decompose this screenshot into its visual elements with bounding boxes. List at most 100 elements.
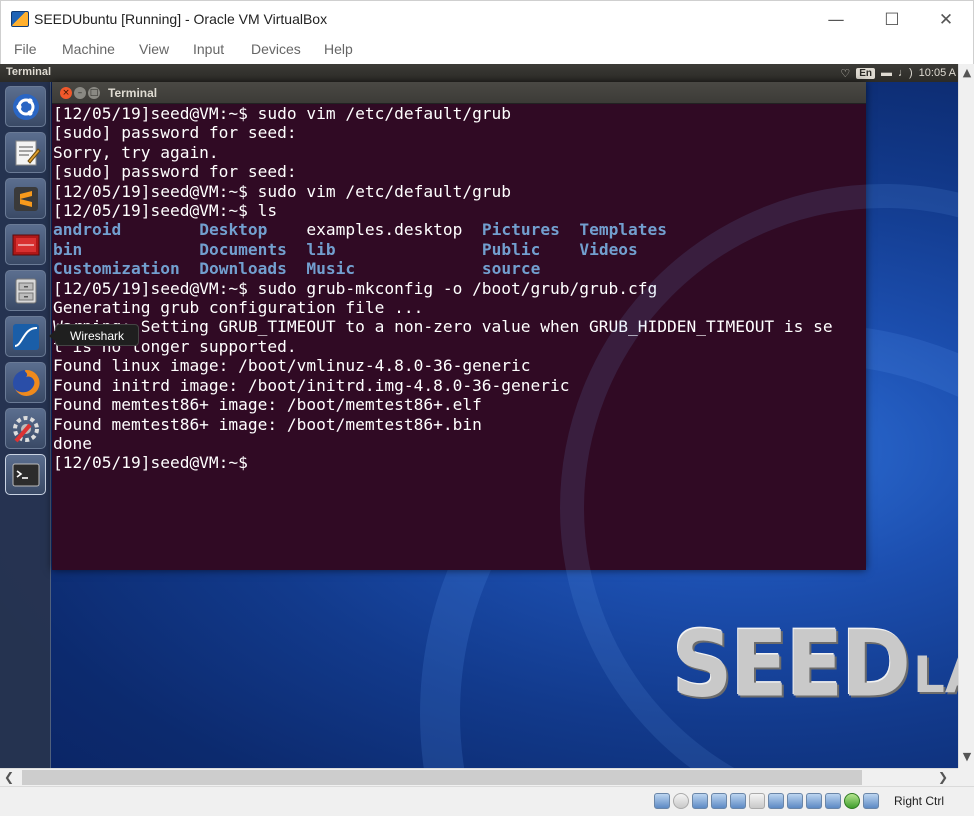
battery-icon[interactable]: ▬ bbox=[881, 67, 892, 79]
seedlabs-logo: SEED LABS bbox=[672, 619, 958, 710]
seedlabs-logo-small: LABS bbox=[913, 646, 958, 704]
vm-screen[interactable]: Terminal ♡ En ▬ ♩) 10:05 A × – □ Termina… bbox=[0, 64, 958, 768]
horizontal-scroll-thumb[interactable] bbox=[22, 770, 862, 785]
terminal-line: [sudo] password for seed: bbox=[53, 123, 297, 143]
keyboard-layout-indicator[interactable]: En bbox=[856, 67, 875, 79]
scroll-left-icon[interactable]: ❮ bbox=[4, 770, 14, 784]
terminal-line: t is no longer supported. bbox=[53, 336, 297, 356]
ubuntu-logo-icon bbox=[12, 93, 39, 120]
recording-icon[interactable] bbox=[806, 793, 822, 809]
video-capture-icon[interactable] bbox=[787, 793, 803, 809]
ls-entry: Desktop bbox=[199, 220, 268, 240]
ls-entry: Downloads bbox=[199, 259, 287, 279]
maximize-button[interactable]: ☐ bbox=[869, 7, 915, 33]
terminal-line: Found linux image: /boot/vmlinuz-4.8.0-3… bbox=[53, 356, 531, 376]
terminal-window[interactable]: × – □ Terminal [12/05/19]seed@VM:~$ sudo… bbox=[52, 82, 866, 570]
vertical-scrollbar[interactable]: ▲ ▼ bbox=[958, 64, 974, 768]
scroll-right-icon[interactable]: ❯ bbox=[938, 770, 948, 784]
menu-devices[interactable]: Devices bbox=[251, 41, 301, 57]
virtualbox-title-bar[interactable]: SEEDUbuntu [Running] - Oracle VM Virtual… bbox=[0, 0, 974, 37]
terminal-line: Found memtest86+ image: /boot/memtest86+… bbox=[53, 395, 482, 415]
launcher-ubuntu-dash[interactable] bbox=[5, 86, 46, 127]
ls-row: android Desktop examples.desktop Picture… bbox=[53, 220, 865, 239]
minimize-button[interactable]: — bbox=[813, 7, 859, 33]
close-button[interactable]: ✕ bbox=[923, 7, 969, 33]
hard-disk-icon[interactable] bbox=[654, 793, 670, 809]
terminal-line: Sorry, try again. bbox=[53, 142, 219, 162]
ls-entry: Pictures bbox=[481, 220, 560, 240]
close-icon: × bbox=[62, 88, 70, 98]
virtualbox-status-bar: Right Ctrl bbox=[0, 786, 974, 816]
terminal-close-button[interactable]: × bbox=[60, 87, 72, 99]
launcher-terminal[interactable] bbox=[5, 454, 46, 495]
maximize-icon: □ bbox=[89, 88, 99, 98]
maximize-icon: ☐ bbox=[884, 10, 900, 30]
menu-input[interactable]: Input bbox=[193, 41, 224, 57]
ls-row: bin Documents lib Public Videos bbox=[53, 240, 865, 259]
launcher-sublime-text[interactable] bbox=[5, 178, 46, 219]
minimize-icon: – bbox=[77, 88, 83, 98]
menu-machine[interactable]: Machine bbox=[62, 41, 115, 57]
terminal-prompt-line: [12/05/19]seed@VM:~$ bbox=[53, 453, 258, 473]
terminal-minimize-button[interactable]: – bbox=[74, 87, 86, 99]
unity-launcher bbox=[0, 82, 51, 768]
menu-file[interactable]: File bbox=[14, 41, 37, 57]
terminal-line: Warning: Setting GRUB_TIMEOUT to a non-z… bbox=[53, 317, 833, 337]
launcher-system-settings[interactable] bbox=[5, 408, 46, 449]
usb-icon[interactable] bbox=[730, 793, 746, 809]
terminal-icon bbox=[12, 463, 39, 486]
terminal-title: Terminal bbox=[108, 86, 158, 100]
launcher-file-manager[interactable] bbox=[5, 270, 46, 311]
ls-entry: Customization bbox=[53, 259, 180, 279]
terminal-line: done bbox=[53, 433, 92, 453]
menu-view[interactable]: View bbox=[139, 41, 169, 57]
launcher-terminal-red[interactable] bbox=[5, 224, 46, 265]
menu-help[interactable]: Help bbox=[324, 41, 353, 57]
launcher-text-editor[interactable] bbox=[5, 132, 46, 173]
seedlabs-logo-big: SEED bbox=[672, 611, 911, 717]
wireshark-icon bbox=[12, 323, 39, 350]
ls-entry: lib bbox=[306, 239, 336, 259]
sublime-text-icon bbox=[13, 186, 38, 211]
host-key-arrow-icon[interactable] bbox=[863, 793, 879, 809]
network-icon[interactable]: ♡ bbox=[840, 67, 850, 80]
active-app-name: Terminal bbox=[6, 66, 52, 78]
shared-folders-icon[interactable] bbox=[749, 793, 765, 809]
ls-entry: Music bbox=[306, 259, 356, 279]
ls-entry: android bbox=[53, 220, 122, 240]
terminal-line: Found memtest86+ image: /boot/memtest86+… bbox=[53, 414, 482, 434]
scroll-down-icon[interactable]: ▼ bbox=[959, 750, 974, 764]
terminal-line: [12/05/19]seed@VM:~$ sudo grub-mkconfig … bbox=[53, 278, 658, 298]
launcher-firefox[interactable] bbox=[5, 362, 46, 403]
optical-drive-icon[interactable] bbox=[673, 793, 689, 809]
display-icon[interactable] bbox=[768, 793, 784, 809]
close-icon: ✕ bbox=[938, 10, 954, 30]
menu-bar: File Machine View Input Devices Help bbox=[0, 37, 974, 64]
system-tray: ♡ En ▬ ♩) 10:05 A bbox=[840, 65, 958, 81]
ls-row: Customization Downloads Music source bbox=[53, 259, 865, 278]
scroll-up-icon[interactable]: ▲ bbox=[959, 66, 974, 80]
ls-entry: Videos bbox=[579, 239, 638, 259]
network-adapter-icon[interactable] bbox=[711, 793, 727, 809]
mouse-integration-icon[interactable] bbox=[844, 793, 860, 809]
terminal-output[interactable]: [12/05/19]seed@VM:~$ sudo vim /etc/defau… bbox=[53, 104, 865, 570]
window-title: SEEDUbuntu [Running] - Oracle VM Virtual… bbox=[34, 11, 328, 27]
red-terminal-icon bbox=[12, 234, 39, 255]
minimize-icon: — bbox=[827, 10, 845, 30]
launcher-wireshark[interactable] bbox=[5, 316, 46, 357]
terminal-title-bar[interactable]: × – □ Terminal bbox=[52, 82, 866, 104]
terminal-line: Found initrd image: /boot/initrd.img-4.8… bbox=[53, 375, 570, 395]
settings-wrench-icon bbox=[12, 415, 39, 442]
audio-icon[interactable] bbox=[692, 793, 708, 809]
text-editor-icon bbox=[15, 140, 41, 165]
volume-icon[interactable]: ♩) bbox=[898, 67, 913, 79]
clock[interactable]: 10:05 A bbox=[919, 67, 956, 79]
firefox-icon bbox=[12, 369, 40, 396]
scroll-corner bbox=[958, 768, 974, 786]
horizontal-scrollbar[interactable]: ❮ ❯ bbox=[0, 768, 958, 786]
terminal-maximize-button[interactable]: □ bbox=[88, 87, 100, 99]
virtualbox-logo-icon bbox=[11, 11, 29, 27]
ubuntu-top-panel: Terminal ♡ En ▬ ♩) 10:05 A bbox=[0, 64, 958, 82]
terminal-line: [12/05/19]seed@VM:~$ sudo vim /etc/defau… bbox=[53, 181, 512, 201]
virtualization-icon[interactable] bbox=[825, 793, 841, 809]
